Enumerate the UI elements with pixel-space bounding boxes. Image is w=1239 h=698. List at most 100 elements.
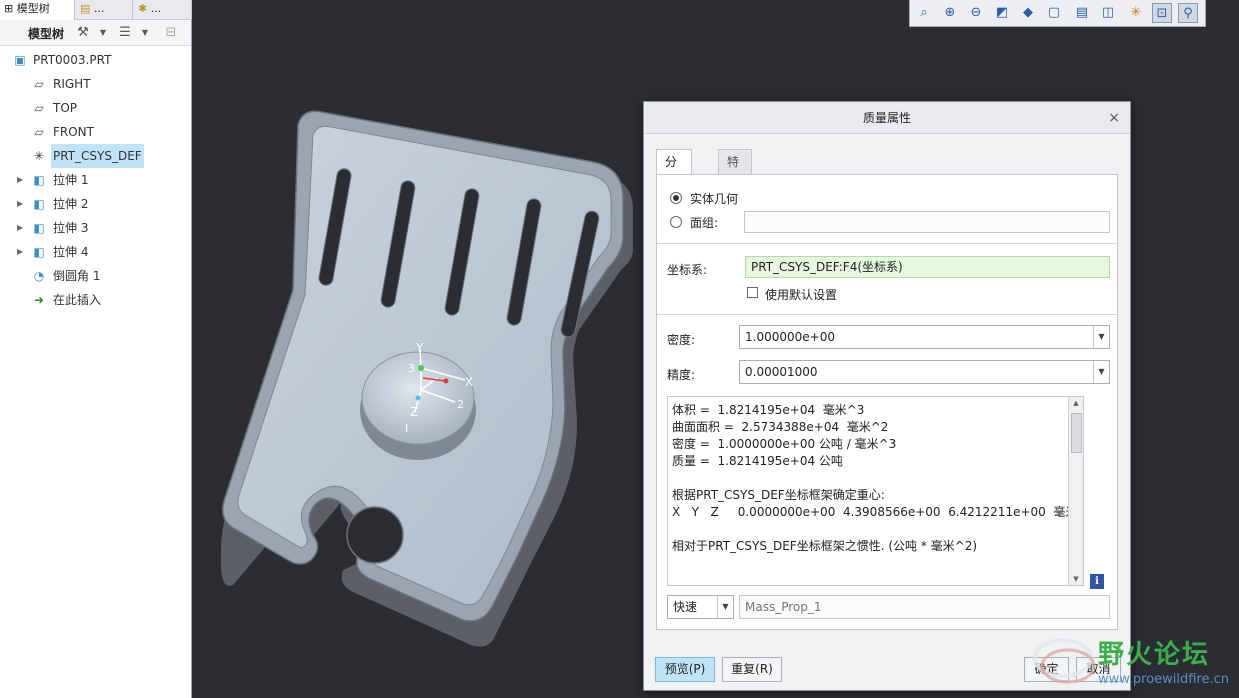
perspective-icon[interactable]: ◫ (1098, 3, 1118, 23)
density-value: 1.000000e+00 (745, 330, 835, 344)
extrude-icon: ◧ (33, 173, 45, 187)
watermark-logo-icon (1033, 638, 1096, 684)
watermark-text: 野火论坛 (1098, 640, 1211, 670)
chevron-down-icon[interactable]: ▼ (1093, 361, 1109, 383)
mode-combo[interactable]: 快速 ▼ (667, 595, 734, 619)
use-default-checkbox[interactable] (747, 287, 758, 298)
refit-icon[interactable]: ⌕ (914, 3, 934, 23)
result-line: 体积 = 1.8214195e+04 毫米^3 (672, 403, 865, 417)
chevron-down-icon[interactable]: ▼ (94, 24, 112, 42)
csys-label-2: 2 (457, 398, 464, 411)
tree-item-label: 在此插入 (53, 293, 102, 307)
result-line: 密度 = 1.0000000e+00 公吨 / 毫米^3 (672, 437, 897, 451)
datum-plane-icon: ▱ (34, 125, 44, 139)
zoom-out-icon[interactable]: ⊖ (966, 3, 986, 23)
scroll-up-icon[interactable]: ▲ (1069, 399, 1083, 407)
info-icon[interactable]: i (1090, 574, 1104, 589)
chevron-down-icon[interactable]: ▼ (717, 596, 733, 618)
expand-arrow-icon[interactable]: ▶ (17, 168, 23, 192)
tab-layers[interactable]: ▤ ... (76, 0, 133, 20)
result-line: 曲面面积 = 2.5734388e+04 毫米^2 (672, 420, 889, 434)
tab-favorites[interactable]: ✱ ... (134, 0, 192, 20)
expand-arrow-icon[interactable]: ▶ (17, 192, 23, 216)
tab-favorites-label: ... (150, 2, 162, 15)
saved-orientations-icon[interactable]: ▢ (1044, 3, 1064, 23)
forum-watermark: 野火论坛 www.proewildfire.cn (1028, 628, 1238, 696)
tree-item-round-1[interactable]: ◔ 倒圆角 1 (0, 264, 191, 288)
repaint-icon[interactable]: ◩ (992, 3, 1012, 23)
tab-model-tree[interactable]: ⊞ 模型树 (0, 0, 75, 20)
tree-item-extrude-3[interactable]: ▶ ◧ 拉伸 3 (0, 216, 191, 240)
tree-item-root[interactable]: ▣ PRT0003.PRT (0, 48, 191, 72)
accuracy-value: 0.00001000 (745, 365, 818, 379)
csys-label-x: X (465, 375, 473, 389)
tree-item-top[interactable]: ▱ TOP (0, 96, 191, 120)
quilt-field[interactable] (744, 211, 1110, 233)
tree-item-label: FRONT (53, 125, 94, 139)
tree-item-label: TOP (53, 101, 78, 115)
tree-item-right[interactable]: ▱ RIGHT (0, 72, 191, 96)
reset-button[interactable]: 重复(R) (722, 657, 782, 682)
view-manager-icon[interactable]: ▤ (1072, 3, 1092, 23)
radio-quilt[interactable] (670, 216, 682, 228)
csys-field[interactable]: PRT_CSYS_DEF:F4(坐标系) (745, 256, 1110, 278)
density-combo[interactable]: 1.000000e+00 ▼ (739, 325, 1110, 349)
accuracy-label: 精度: (667, 368, 696, 382)
tree-item-extrude-2[interactable]: ▶ ◧ 拉伸 2 (0, 192, 191, 216)
datum-display-icon[interactable]: ✳ (1126, 3, 1146, 23)
extrude-icon: ◧ (33, 245, 45, 259)
tab-feature[interactable]: 特征(F) (718, 149, 753, 217)
divider (657, 314, 1117, 315)
csys-label: 坐标系: (667, 263, 708, 277)
radio-solid-geometry[interactable] (670, 192, 682, 204)
mass-properties-dialog: 质量属性 × 分析(A) 特征(F) 实体几何 面组: 坐标系: PRT_CSY… (643, 101, 1131, 691)
tab-model-tree-label: 模型树 (16, 2, 50, 15)
scrollbar-thumb[interactable] (1071, 413, 1082, 453)
spin-center-icon[interactable]: ⊡ (1152, 3, 1172, 23)
tree-icon: ⊞ (4, 2, 14, 15)
csys-label-3: 3 (408, 362, 415, 375)
results-scrollbar[interactable]: ▲ ▼ (1068, 397, 1083, 585)
result-line: X Y Z 0.0000000e+00 4.3908566e+00 6.4212… (672, 505, 1078, 519)
tab-layers-label: ... (93, 2, 105, 15)
extrude-icon: ◧ (33, 221, 45, 235)
tree-toolbar-label: 模型树 (28, 27, 65, 41)
tree-item-front[interactable]: ▱ FRONT (0, 120, 191, 144)
tree-item-extrude-1[interactable]: ▶ ◧ 拉伸 1 (0, 168, 191, 192)
tree-item-label: 拉伸 1 (53, 173, 89, 187)
expand-arrow-icon[interactable]: ▶ (17, 240, 23, 264)
csys-icon: ✳ (33, 149, 45, 163)
model-tree-panel: ⊞ 模型树 ▤ ... ✱ ... 模型树 ⚒ ▼ ☰ ▼ ⊟ ▣ PRT000… (0, 0, 192, 698)
chevron-down-icon[interactable]: ▼ (136, 24, 154, 42)
expand-arrow-icon[interactable]: ▶ (17, 216, 23, 240)
results-text-area[interactable]: 体积 = 1.8214195e+04 毫米^3 曲面面积 = 2.5734388… (667, 396, 1084, 586)
tree-toolbar: 模型树 ⚒ ▼ ☰ ▼ ⊟ (0, 20, 191, 46)
chevron-down-icon[interactable]: ▼ (1093, 326, 1109, 348)
filter-icon[interactable]: ⊟ (162, 24, 180, 42)
view-toolbar: ⌕ ⊕ ⊖ ◩ ◆ ▢ ▤ ◫ ✳ ⊡ ⚲ (909, 0, 1206, 27)
tree-item-label: 拉伸 4 (53, 245, 89, 259)
divider (657, 243, 1117, 244)
tree-item-label: 拉伸 3 (53, 221, 89, 235)
preview-button[interactable]: 预览(P) (655, 657, 715, 682)
display-style-icon[interactable]: ◆ (1018, 3, 1038, 23)
tab-analysis[interactable]: 分析(A) (656, 149, 692, 217)
annotation-display-icon[interactable]: ⚲ (1178, 3, 1198, 23)
csys-label-y: Y (415, 341, 424, 355)
layers-icon: ▤ (80, 2, 91, 15)
list-icon[interactable]: ☰ (116, 24, 134, 42)
zoom-in-icon[interactable]: ⊕ (940, 3, 960, 23)
tree-item-extrude-4[interactable]: ▶ ◧ 拉伸 4 (0, 240, 191, 264)
result-line: 根据PRT_CSYS_DEF坐标框架确定重心: (672, 488, 885, 502)
accuracy-combo[interactable]: 0.00001000 ▼ (739, 360, 1110, 384)
tree-item-insert-here[interactable]: ➜ 在此插入 (0, 288, 191, 312)
tree-item-label: RIGHT (53, 77, 91, 91)
close-icon[interactable]: × (1108, 102, 1120, 134)
csys-label-1: I (405, 422, 408, 435)
tree-item-csys[interactable]: ✳ PRT_CSYS_DEF (0, 144, 191, 168)
scroll-down-icon[interactable]: ▼ (1069, 575, 1083, 583)
dialog-title-bar: 质量属性 × (644, 102, 1130, 134)
settings-tools-icon[interactable]: ⚒ (74, 24, 92, 42)
dialog-body: 实体几何 面组: 坐标系: PRT_CSYS_DEF:F4(坐标系) 使用默认设… (656, 174, 1118, 630)
name-input[interactable] (739, 595, 1110, 619)
